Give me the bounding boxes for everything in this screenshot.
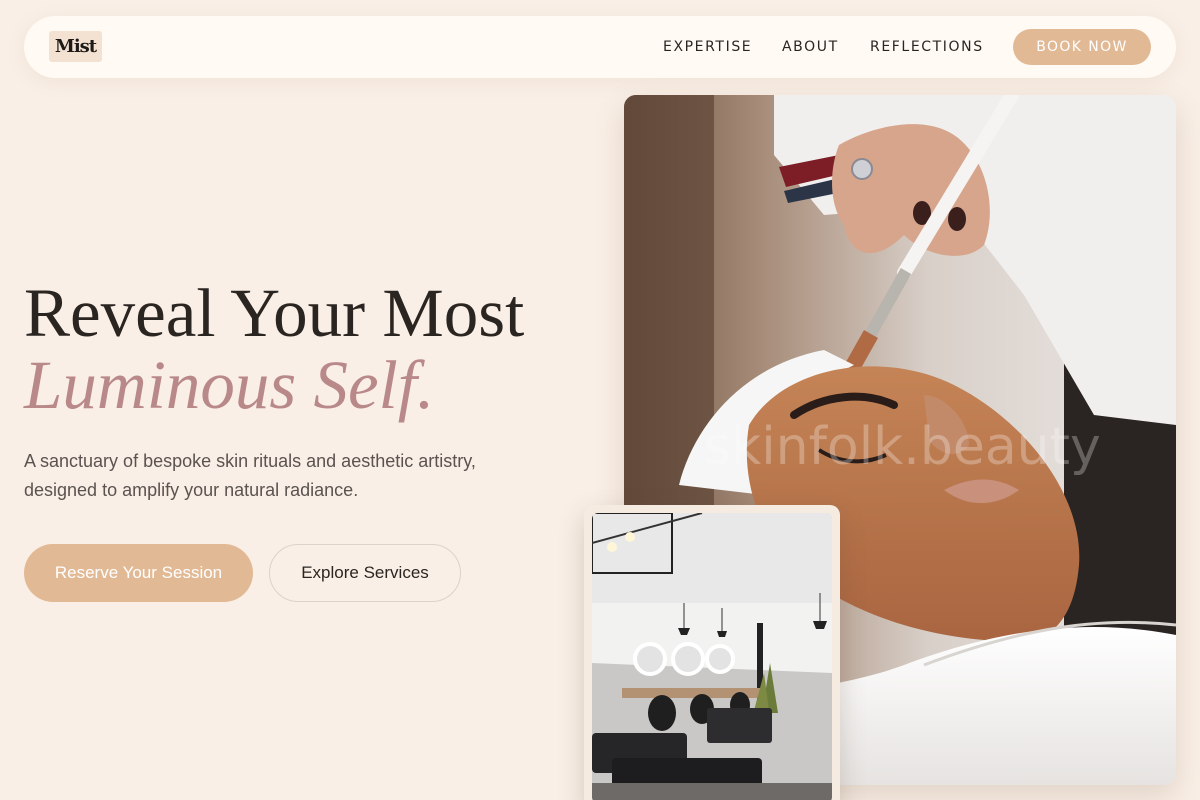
landing-page: Mist EXPERTISE ABOUT REFLECTIONS BOOK NO… <box>0 0 1200 800</box>
headline-line-2: Luminous Self. <box>24 347 435 423</box>
reserve-session-button[interactable]: Reserve Your Session <box>24 544 253 602</box>
top-navigation: Mist EXPERTISE ABOUT REFLECTIONS BOOK NO… <box>24 16 1176 78</box>
hero-subtitle: A sanctuary of bespoke skin rituals and … <box>24 451 476 500</box>
explore-services-button[interactable]: Explore Services <box>269 544 461 602</box>
image-watermark: skinfolk.beauty <box>704 417 1101 477</box>
book-now-button[interactable]: BOOK NOW <box>1013 29 1151 65</box>
salon-interior-illustration <box>592 513 832 800</box>
nav-link-reflections[interactable]: REFLECTIONS <box>870 38 984 56</box>
hero-headline: Reveal Your Most Luminous Self. <box>24 276 594 420</box>
salon-interior-photo <box>592 513 832 800</box>
salon-interior-photo-card <box>584 505 840 800</box>
headline-line-1: Reveal Your Most <box>24 275 525 351</box>
brand-logo[interactable]: Mist <box>49 31 102 62</box>
nav-link-expertise[interactable]: EXPERTISE <box>663 38 752 56</box>
nav-link-about[interactable]: ABOUT <box>782 38 839 56</box>
